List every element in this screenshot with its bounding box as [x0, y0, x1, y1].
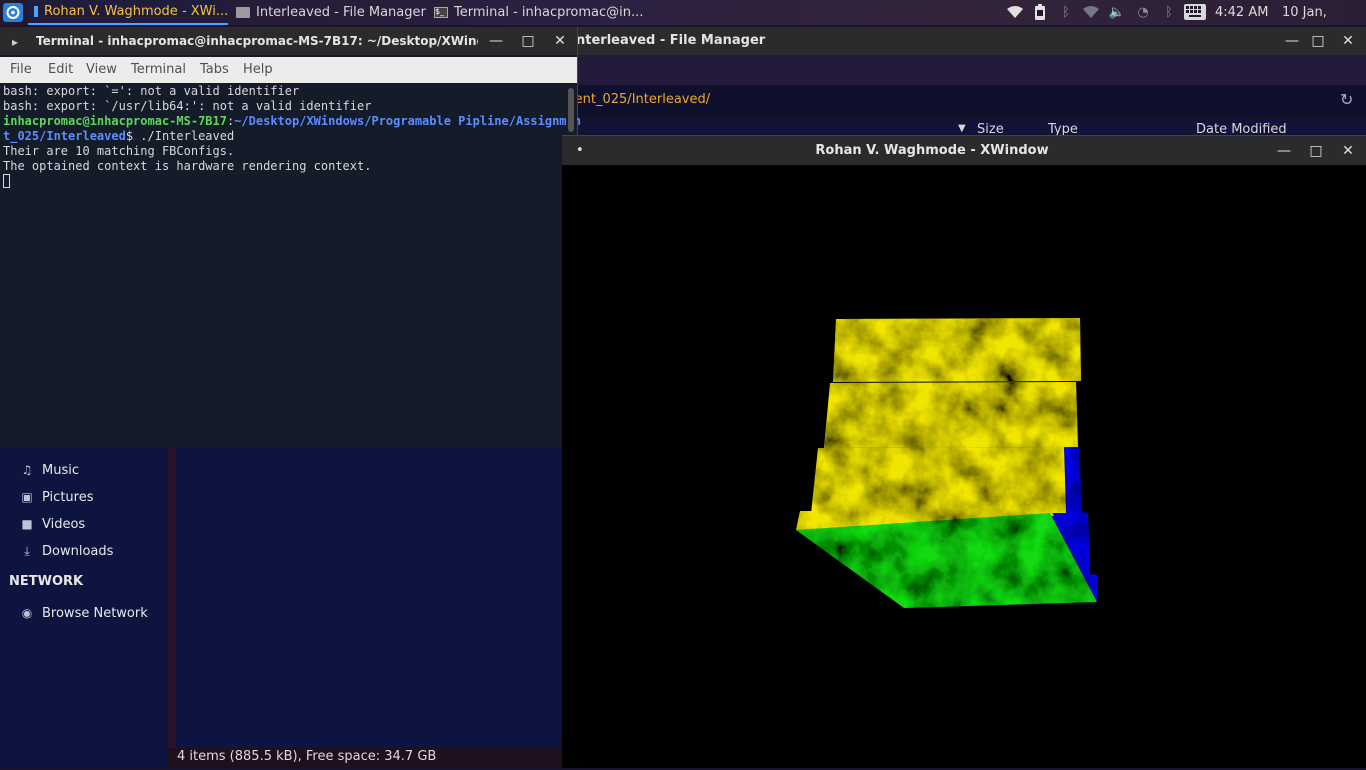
file-manager-sidebar: ♫ Music ▣ Pictures ■ Videos ⤓ Downloads … — [0, 448, 168, 768]
cube-face-bottom — [796, 513, 1097, 608]
minimize-button[interactable]: — — [1280, 27, 1304, 55]
sidebar-heading-network: NETWORK — [9, 574, 84, 589]
sidebar-item-downloads[interactable]: ⤓ Downloads — [20, 540, 113, 562]
prompt-path: t_025/Interleaved — [3, 129, 126, 143]
xwindow-window: • Rohan V. Waghmode - XWindow — □ ✕ — [562, 135, 1366, 768]
terminal-prompt-line: t_025/Interleaved$ ./Interleaved — [3, 129, 234, 144]
reload-icon[interactable]: ↻ — [1340, 90, 1353, 109]
sidebar-item-browse-network[interactable]: ◉ Browse Network — [20, 602, 148, 624]
window-menu-icon[interactable]: ▸ — [12, 35, 18, 49]
pane-divider[interactable] — [168, 448, 176, 748]
close-button[interactable]: ✕ — [548, 27, 572, 55]
window-title: Terminal - inhacpromac@inhacpromac-MS-7B… — [36, 34, 478, 48]
terminal-titlebar[interactable]: ▸ Terminal - inhacpromac@inhacpromac-MS-… — [0, 27, 577, 55]
minimize-button[interactable]: — — [1272, 137, 1296, 165]
status-text: 4 items (885.5 kB), Free space: 34.7 GB — [177, 749, 437, 764]
panel-date[interactable]: 10 Jan, 04:42 — [1282, 0, 1366, 45]
window-title: Rohan V. Waghmode - XWindow — [815, 143, 1049, 158]
panel-clock[interactable]: 4:42 AM — [1215, 0, 1268, 25]
location-bar[interactable]: ment_025/Interleaved/ ↻ — [562, 88, 1366, 114]
terminal-cursor — [3, 174, 10, 188]
textured-cube — [796, 318, 1097, 608]
menu-view[interactable]: View — [86, 62, 117, 77]
videos-icon: ■ — [21, 517, 33, 531]
terminal-line: bash: export: `=': not a valid identifie… — [3, 84, 300, 98]
menu-help[interactable]: Help — [243, 62, 273, 77]
scrollbar-thumb[interactable] — [568, 88, 574, 132]
taskbar-item-label: Interleaved - File Manager — [256, 5, 426, 20]
prompt-path: ~/Desktop/XWindows/Programable Pipline/A… — [234, 114, 581, 128]
file-list-area[interactable] — [176, 448, 562, 748]
taskbar-item-file-manager[interactable]: Interleaved - File Manager — [230, 0, 432, 25]
pictures-icon: ▣ — [21, 490, 33, 504]
taskbar-item-label: Rohan V. Waghmode - XWi... — [44, 4, 228, 19]
taskbar-item-terminal[interactable]: $_ Terminal - inhacpromac@in... — [428, 0, 644, 25]
terminal-prompt-line: inhacpromac@inhacpromac-MS-7B17:~/Deskto… — [3, 114, 581, 129]
media-icon[interactable]: ◔ — [1135, 4, 1151, 20]
battery-icon[interactable] — [1032, 4, 1048, 20]
menu-terminal[interactable]: Terminal — [131, 62, 186, 77]
sidebar-item-videos[interactable]: ■ Videos — [20, 513, 85, 535]
terminal-line: The optained context is hardware renderi… — [3, 159, 372, 173]
window-title: nterleaved - File Manager — [576, 33, 766, 48]
sidebar-item-label: Videos — [42, 516, 86, 532]
music-icon: ♫ — [21, 463, 33, 477]
maximize-button[interactable]: □ — [1306, 27, 1330, 55]
file-manager-statusbar: 4 items (885.5 kB), Free space: 34.7 GB — [168, 748, 562, 768]
close-button[interactable]: ✕ — [1336, 137, 1360, 165]
close-button[interactable]: ✕ — [1336, 27, 1360, 55]
bluetooth-icon[interactable]: ᛒ — [1161, 4, 1177, 20]
minimize-button[interactable]: — — [484, 27, 508, 55]
prompt-command: $ ./Interleaved — [125, 129, 235, 143]
sidebar-item-label: Music — [42, 462, 79, 478]
sidebar-item-music[interactable]: ♫ Music — [20, 459, 79, 481]
sidebar-item-label: Pictures — [42, 489, 94, 505]
file-manager-toolbar — [562, 55, 1366, 85]
maximize-button[interactable]: □ — [516, 27, 540, 55]
top-panel: Rohan V. Waghmode - XWi... Interleaved -… — [0, 0, 1366, 45]
bluetooth-icon[interactable]: ᛒ — [1058, 4, 1074, 20]
wifi-icon[interactable] — [1007, 4, 1023, 20]
network-icon[interactable] — [1083, 4, 1099, 20]
terminal-window: ▸ Terminal - inhacpromac@inhacpromac-MS-… — [0, 27, 581, 447]
volume-icon[interactable]: 🔈 — [1109, 4, 1125, 20]
xwindow-titlebar[interactable]: • Rohan V. Waghmode - XWindow — □ ✕ — [562, 135, 1366, 165]
sort-down-icon[interactable]: ▼ — [958, 123, 966, 134]
sidebar-item-pictures[interactable]: ▣ Pictures — [20, 486, 93, 508]
folder-icon — [236, 7, 250, 18]
window-icon — [34, 6, 38, 17]
keyboard-icon[interactable] — [1184, 4, 1206, 20]
menu-tabs[interactable]: Tabs — [200, 62, 229, 77]
terminal-output[interactable]: bash: export: `=': not a valid identifie… — [0, 84, 581, 447]
taskbar-item-label: Terminal - inhacpromac@in... — [454, 5, 644, 20]
cube-face-front — [811, 447, 1066, 514]
terminal-line: Their are 10 matching FBConfigs. — [3, 144, 235, 158]
sidebar-item-label: Browse Network — [42, 605, 148, 621]
terminal-menubar: File Edit View Terminal Tabs Help — [0, 57, 577, 83]
menu-file[interactable]: File — [10, 62, 32, 77]
taskbar-item-xwindow[interactable]: Rohan V. Waghmode - XWi... — [28, 0, 228, 25]
location-path[interactable]: ment_025/Interleaved/ — [562, 92, 710, 107]
debian-swirl-icon[interactable] — [3, 3, 23, 22]
terminal-line: bash: export: `/usr/lib64:': not a valid… — [3, 99, 372, 113]
prompt-user: inhacpromac@inhacpromac-MS-7B17 — [3, 114, 227, 128]
sidebar-item-label: Downloads — [42, 543, 114, 559]
cube-face-front — [824, 382, 1078, 448]
browse-network-icon: ◉ — [21, 606, 33, 620]
downloads-icon: ⤓ — [24, 544, 30, 558]
maximize-button[interactable]: □ — [1304, 137, 1328, 165]
menu-edit[interactable]: Edit — [48, 62, 73, 77]
opengl-canvas[interactable] — [564, 166, 1364, 766]
file-manager-titlebar[interactable]: nterleaved - File Manager — □ ✕ — [562, 27, 1366, 55]
cube-face-front — [833, 318, 1081, 382]
terminal-icon: $_ — [434, 7, 448, 18]
